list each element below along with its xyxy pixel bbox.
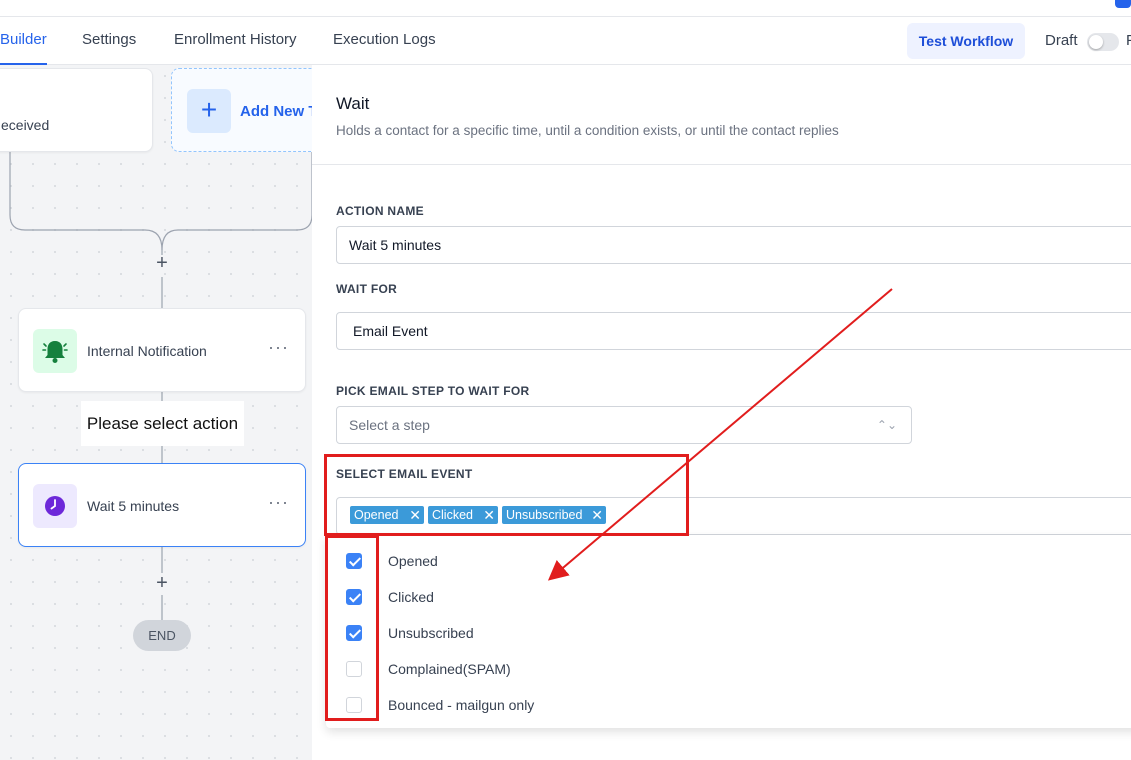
email-event-multiselect[interactable]: Opened ✕ Clicked ✕ Unsubscribed ✕ — [336, 497, 1131, 535]
tab-settings[interactable]: Settings — [82, 17, 136, 65]
workflow-canvas[interactable]: eceived + Add New T + Internal Notificat… — [0, 65, 312, 760]
tab-enrollment-history[interactable]: Enrollment History — [174, 17, 297, 65]
checkbox[interactable] — [346, 589, 362, 605]
close-icon[interactable]: ✕ — [591, 506, 603, 524]
trigger-node[interactable]: eceived — [0, 68, 153, 152]
option-bounced[interactable]: Bounced - mailgun only — [326, 688, 1126, 724]
option-label: Opened — [388, 553, 438, 569]
plus-icon: + — [187, 89, 231, 133]
email-step-select[interactable]: Select a step ⌃⌄ — [336, 406, 912, 444]
checkbox[interactable] — [346, 697, 362, 713]
action-name-label: ACTION NAME — [336, 204, 424, 218]
draft-label: Draft — [1045, 32, 1078, 49]
node-menu-icon[interactable]: ··· — [268, 492, 289, 513]
node-menu-icon[interactable]: ··· — [268, 337, 289, 358]
email-step-placeholder: Select a step — [349, 417, 430, 433]
select-action-tooltip: Please select action — [81, 401, 244, 446]
option-label: Unsubscribed — [388, 625, 474, 641]
close-icon[interactable]: ✕ — [409, 506, 421, 524]
tag-label: Clicked — [432, 508, 473, 522]
test-workflow-button[interactable]: Test Workflow — [907, 23, 1025, 59]
wait-for-label: WAIT FOR — [336, 282, 398, 296]
email-event-dropdown: Opened Clicked Unsubscribed Complained(S… — [326, 535, 1131, 728]
corner-button[interactable] — [1115, 0, 1131, 8]
add-trigger-label: Add New T — [240, 103, 312, 120]
tag-label: Unsubscribed — [506, 508, 583, 522]
select-email-event-label: SELECT EMAIL EVENT — [336, 467, 473, 481]
clock-icon — [33, 484, 77, 528]
action-name-input[interactable]: Wait 5 minutes — [336, 226, 1131, 264]
wait-for-select[interactable]: Email Event — [336, 312, 1131, 350]
option-opened[interactable]: Opened — [326, 544, 1126, 580]
checkbox[interactable] — [346, 661, 362, 677]
publish-toggle[interactable] — [1087, 33, 1119, 51]
option-label: Complained(SPAM) — [388, 661, 511, 677]
tag-label: Opened — [354, 508, 399, 522]
close-icon[interactable]: ✕ — [483, 506, 495, 524]
checkbox[interactable] — [346, 625, 362, 641]
top-bar — [0, 0, 1131, 17]
workflow-nav: Builder Settings Enrollment History Exec… — [0, 17, 1131, 65]
pick-email-step-label: PICK EMAIL STEP TO WAIT FOR — [336, 384, 530, 398]
wait-settings-panel: Wait Holds a contact for a specific time… — [312, 65, 1131, 760]
option-label: Bounced - mailgun only — [388, 697, 535, 713]
end-node: END — [133, 620, 191, 651]
panel-title: Wait — [336, 94, 370, 113]
add-step-button[interactable]: + — [152, 252, 172, 275]
internal-notification-node[interactable]: Internal Notification ··· — [18, 308, 306, 392]
chevron-updown-icon: ⌃⌄ — [876, 418, 897, 432]
notification-label: Internal Notification — [87, 343, 207, 359]
panel-subtitle: Holds a contact for a specific time, unt… — [336, 123, 839, 138]
option-complained-spam[interactable]: Complained(SPAM) — [326, 652, 1126, 688]
wait-node[interactable]: Wait 5 minutes ··· — [18, 463, 306, 547]
tag-opened: Opened ✕ — [350, 506, 424, 524]
option-unsubscribed[interactable]: Unsubscribed — [326, 616, 1126, 652]
tab-execution-logs[interactable]: Execution Logs — [333, 17, 436, 65]
tag-clicked: Clicked ✕ — [428, 506, 498, 524]
option-label: Clicked — [388, 589, 434, 605]
panel-header: Wait Holds a contact for a specific time… — [312, 65, 1131, 165]
option-clicked[interactable]: Clicked — [326, 580, 1126, 616]
tag-unsubscribed: Unsubscribed ✕ — [502, 506, 606, 524]
checkbox[interactable] — [346, 553, 362, 569]
trigger-label: eceived — [1, 117, 50, 133]
tab-builder[interactable]: Builder — [0, 17, 47, 65]
wait-label: Wait 5 minutes — [87, 498, 180, 514]
publish-label: P — [1126, 17, 1131, 65]
add-step-button[interactable]: + — [152, 572, 172, 595]
add-new-trigger-button[interactable]: + Add New T — [171, 68, 312, 152]
bell-icon — [33, 329, 77, 373]
